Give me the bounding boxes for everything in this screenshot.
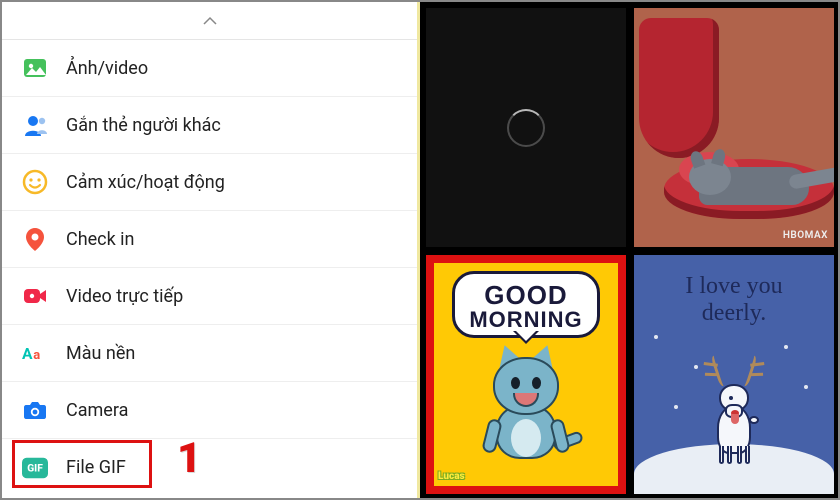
- step-1-number: 1: [177, 434, 201, 483]
- gif-cell-deer[interactable]: I love you deerly.: [634, 255, 834, 494]
- menu-label: Màu nền: [66, 343, 135, 364]
- gif-icon: GIF: [22, 455, 48, 481]
- background-color-icon: Aa: [22, 340, 48, 366]
- menu-live-video[interactable]: Video trực tiếp: [2, 268, 417, 325]
- tag-person-icon: [22, 112, 48, 138]
- tom-cat-illustration: [689, 135, 834, 205]
- camera-icon: [22, 397, 48, 423]
- cat-illustration: [471, 344, 581, 459]
- gif-cell-loading[interactable]: [426, 8, 626, 247]
- menu-photo-video[interactable]: Ảnh/video: [2, 40, 417, 97]
- menu-label: Check in: [66, 229, 135, 250]
- gif-cell-tom[interactable]: HBOMAX: [634, 8, 834, 247]
- gif-grid: HBOMAX GOOD MORNING Lucas: [422, 4, 838, 498]
- menu-list: Ảnh/video Gắn thẻ người khác Cảm xúc/hoạ…: [2, 40, 417, 498]
- lucas-badge: Lucas: [438, 471, 465, 482]
- deer-text: I love you deerly.: [634, 273, 834, 327]
- feeling-icon: [22, 169, 48, 195]
- chevron-up-icon: [202, 16, 218, 26]
- menu-label: Gắn thẻ người khác: [66, 115, 221, 136]
- menu-label: Camera: [66, 400, 128, 421]
- post-options-panel: Ảnh/video Gắn thẻ người khác Cảm xúc/hoạ…: [2, 2, 420, 498]
- menu-label: Cảm xúc/hoạt động: [66, 172, 225, 193]
- menu-label: File GIF: [66, 457, 126, 478]
- menu-gif[interactable]: GIF File GIF: [2, 439, 417, 496]
- speech-bubble: GOOD MORNING: [452, 271, 599, 338]
- checkin-icon: [22, 226, 48, 252]
- collapse-handle[interactable]: [2, 2, 417, 40]
- menu-feeling[interactable]: Cảm xúc/hoạt động: [2, 154, 417, 211]
- deer-illustration: [689, 344, 779, 464]
- svg-text:a: a: [33, 348, 40, 363]
- gif-picker-panel: HBOMAX GOOD MORNING Lucas: [420, 2, 838, 498]
- menu-label: Video trực tiếp: [66, 286, 183, 307]
- menu-tag-people[interactable]: Gắn thẻ người khác: [2, 97, 417, 154]
- photo-video-icon: [22, 55, 48, 81]
- hbomax-watermark: HBOMAX: [783, 230, 828, 241]
- tutorial-frame: Ảnh/video Gắn thẻ người khác Cảm xúc/hoạ…: [0, 0, 840, 500]
- svg-text:GIF: GIF: [27, 463, 43, 474]
- menu-label: Ảnh/video: [66, 58, 148, 79]
- live-video-icon: [22, 283, 48, 309]
- menu-background-color[interactable]: Aa Màu nền: [2, 325, 417, 382]
- gm-text-2: MORNING: [469, 307, 582, 333]
- menu-camera[interactable]: Camera: [2, 382, 417, 439]
- menu-checkin[interactable]: Check in: [2, 211, 417, 268]
- gif-cell-goodmorning[interactable]: GOOD MORNING Lucas: [426, 255, 626, 494]
- svg-text:A: A: [22, 345, 33, 363]
- loading-spinner-icon: [507, 109, 545, 147]
